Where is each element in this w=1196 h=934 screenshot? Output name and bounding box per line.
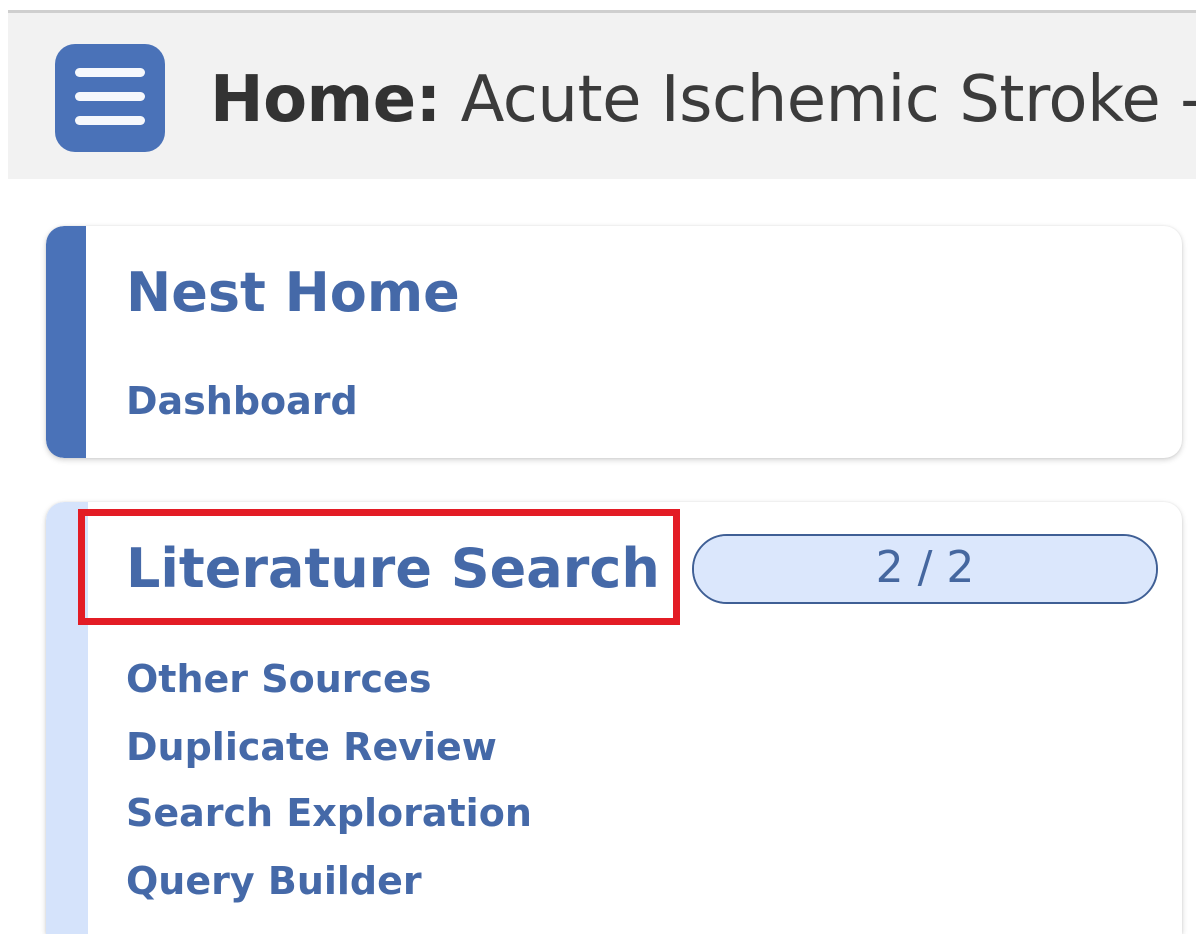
menu-bar [75,116,145,125]
duplicate-review-link[interactable]: Duplicate Review [126,724,497,770]
dashboard-link[interactable]: Dashboard [126,378,358,424]
page-title-name: Acute Ischemic Stroke - [440,63,1196,137]
other-sources-link[interactable]: Other Sources [126,656,431,702]
page-title-prefix: Home: [210,63,441,137]
progress-badge: 2 / 2 [692,534,1158,604]
card-accent-bar [46,226,86,458]
search-exploration-link[interactable]: Search Exploration [126,790,532,836]
nest-home-card: Nest Home Dashboard [46,226,1182,458]
query-builder-link[interactable]: Query Builder [126,858,422,904]
progress-label: 2 / 2 [875,542,975,593]
nest-home-title[interactable]: Nest Home [126,260,460,326]
menu-bar [75,68,145,77]
hamburger-menu-icon[interactable] [55,44,165,152]
page-title: Home: Acute Ischemic Stroke - [210,60,1196,140]
menu-bar [75,92,145,101]
highlight-annotation [78,509,680,625]
